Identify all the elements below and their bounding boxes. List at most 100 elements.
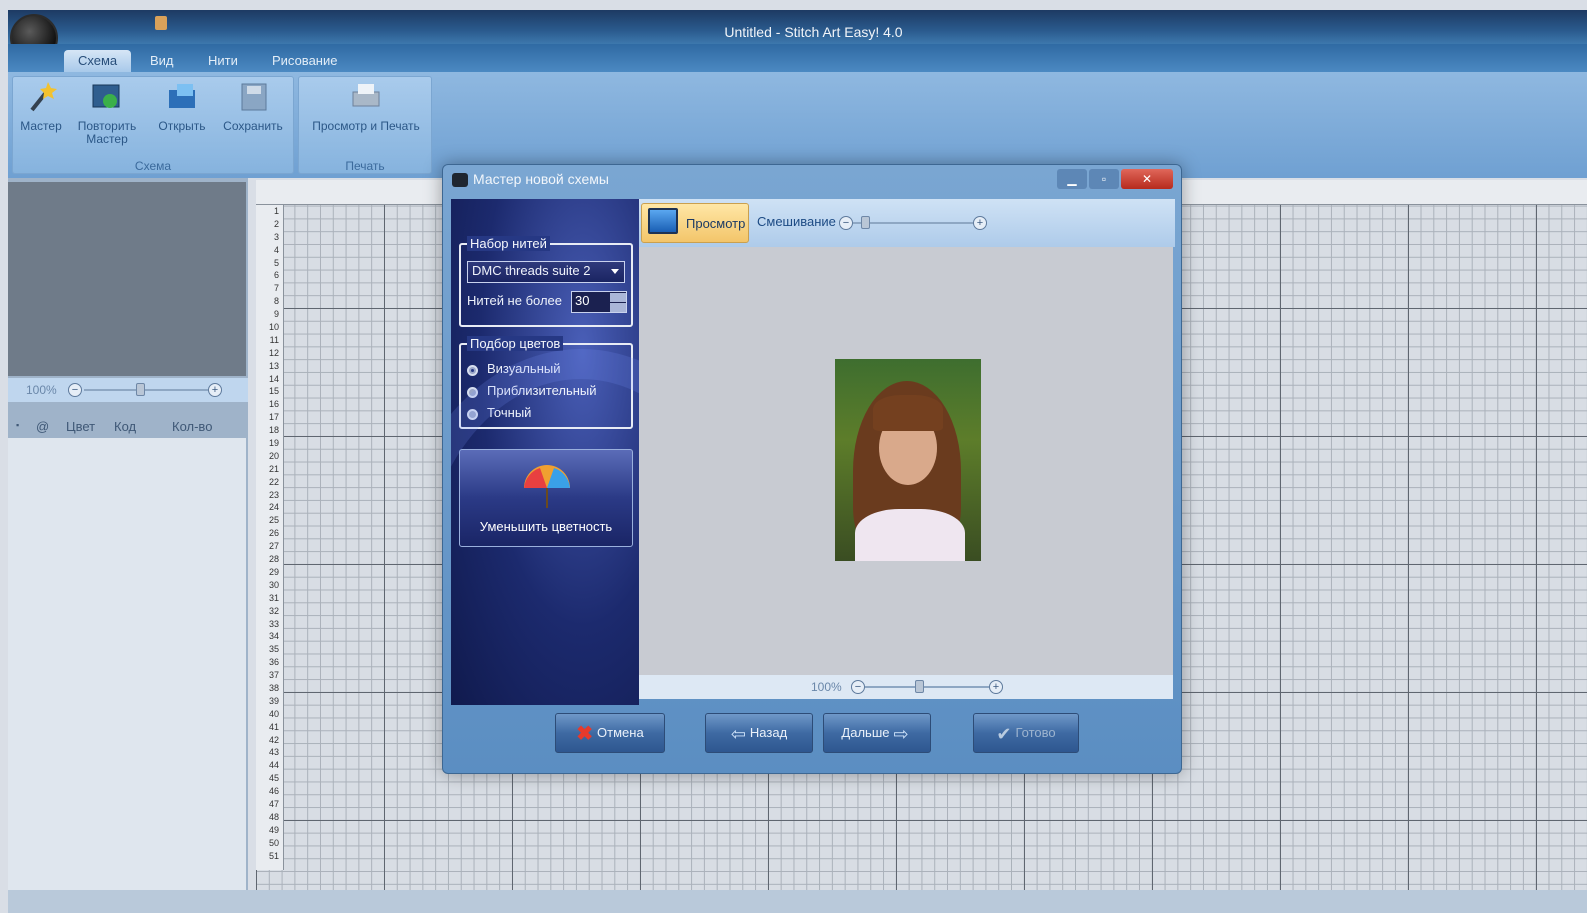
preview-zoom-in-icon[interactable]: + xyxy=(989,680,1003,694)
mix-slider[interactable] xyxy=(853,222,977,224)
next-label: Дальше xyxy=(841,725,890,740)
screen: Untitled - Stitch Art Easy! 4.0 Схема Ви… xyxy=(0,0,1587,913)
ruler-row-number: 49 xyxy=(268,824,279,835)
col-code[interactable]: Код xyxy=(114,419,136,434)
ruler-row-number: 22 xyxy=(268,476,279,487)
ruler-row-number: 1 xyxy=(273,206,279,216)
ruler-row-number: 10 xyxy=(268,322,279,333)
radio-visual[interactable] xyxy=(467,365,478,376)
mix-minus-icon[interactable]: − xyxy=(839,216,853,230)
cancel-label: Отмена xyxy=(597,725,644,740)
ruler-row-number: 46 xyxy=(268,786,279,797)
ruler-row-number: 51 xyxy=(268,850,279,861)
tab-threads[interactable]: Нити xyxy=(194,50,252,72)
ruler-row-number: 38 xyxy=(268,682,279,693)
ruler-row-number: 14 xyxy=(268,373,279,384)
wizard-button[interactable]: Мастер xyxy=(16,80,66,133)
next-button[interactable]: Дальше ⇨ xyxy=(823,713,931,753)
ruler-row-number: 18 xyxy=(268,425,279,436)
cancel-button[interactable]: ✖ Отмена xyxy=(555,713,665,753)
preview-toggle-button[interactable]: Просмотр xyxy=(641,203,749,243)
ruler-row-number: 20 xyxy=(268,450,279,461)
preview-zoom-thumb[interactable] xyxy=(915,680,924,693)
quick-access-icon[interactable] xyxy=(155,16,167,30)
ruler-row-number: 23 xyxy=(268,489,279,500)
ruler-row-number: 4 xyxy=(273,244,279,255)
ruler-row-number: 19 xyxy=(268,438,279,449)
ruler-row-number: 30 xyxy=(268,579,279,590)
zoom-in-icon[interactable]: + xyxy=(208,383,222,397)
preview-zoom-out-icon[interactable]: − xyxy=(851,680,865,694)
preview-zoom-slider[interactable] xyxy=(865,686,989,688)
ruler-row-number: 43 xyxy=(268,747,279,758)
radio-approximate[interactable] xyxy=(467,387,478,398)
left-zoom-bar: 100% − + xyxy=(8,378,248,402)
thumbnail-area xyxy=(8,182,246,376)
ruler-row-number: 17 xyxy=(268,412,279,423)
group-label: Печать xyxy=(345,159,385,173)
max-threads-spinner[interactable]: 30 xyxy=(571,291,627,313)
ruler-row-number: 15 xyxy=(268,386,279,397)
color-list[interactable] xyxy=(8,438,246,898)
maximize-button[interactable]: ▫ xyxy=(1089,169,1119,189)
mix-slider-thumb[interactable] xyxy=(861,216,871,229)
thread-set-value: DMC threads suite 2 xyxy=(472,263,591,278)
zoom-slider[interactable] xyxy=(84,389,208,391)
ruler-row-number: 44 xyxy=(268,760,279,771)
save-label: Сохранить xyxy=(223,119,283,133)
preview-area xyxy=(639,247,1173,675)
checkmark-icon: ✔ xyxy=(996,723,1012,744)
umbrella-icon xyxy=(524,465,570,508)
ruler-row-number: 48 xyxy=(268,811,279,822)
spin-down-icon[interactable] xyxy=(610,303,626,312)
tab-drawing[interactable]: Рисование xyxy=(258,50,351,72)
ruler-row-number: 26 xyxy=(268,528,279,539)
app-title: Untitled - Stitch Art Easy! 4.0 xyxy=(724,24,903,40)
tab-schema[interactable]: Схема xyxy=(64,50,132,72)
ruler-row-number: 16 xyxy=(268,399,279,410)
radio-exact[interactable] xyxy=(467,409,478,420)
save-button[interactable]: Сохранить xyxy=(218,80,288,133)
photo-bangs xyxy=(873,395,943,431)
radio-approximate-label: Приблизительный xyxy=(487,383,597,398)
ruler-row-number: 2 xyxy=(273,218,279,229)
tab-view[interactable]: Вид xyxy=(136,50,188,72)
done-button[interactable]: ✔ Готово xyxy=(973,713,1079,753)
color-match-group: Подбор цветов Визуальный Приблизительный… xyxy=(459,336,633,429)
close-button[interactable]: ✕ xyxy=(1121,169,1173,189)
spin-up-icon[interactable] xyxy=(610,293,626,302)
mix-label: Смешивание xyxy=(757,214,836,229)
ruler-row-number: 47 xyxy=(268,798,279,809)
printer-icon xyxy=(352,84,380,107)
radio-visual-label: Визуальный xyxy=(487,361,561,376)
repeat-wizard-button[interactable]: Повторить Мастер xyxy=(72,80,142,146)
ruler-row-number: 34 xyxy=(268,631,279,642)
source-photo xyxy=(835,359,981,561)
open-folder-icon xyxy=(169,84,195,108)
ruler-row-number: 3 xyxy=(273,231,279,242)
minimize-button[interactable]: ▁ xyxy=(1057,169,1087,189)
reduce-colors-button[interactable]: Уменьшить цветность xyxy=(459,449,633,547)
open-button[interactable]: Открыть xyxy=(152,80,212,133)
magic-wand-icon xyxy=(30,82,57,112)
preview-zoom-bar: 100% − + xyxy=(639,675,1173,699)
back-button[interactable]: ⇦ Назад xyxy=(705,713,813,753)
color-list-header: ▪ @ Цвет Код Кол-во xyxy=(8,416,248,438)
zoom-out-icon[interactable]: − xyxy=(68,383,82,397)
col-count[interactable]: Кол-во xyxy=(172,419,212,434)
ruler-row-number: 45 xyxy=(268,773,279,784)
mix-plus-icon[interactable]: + xyxy=(973,216,987,230)
ruler-row-number: 28 xyxy=(268,554,279,565)
cross-icon: ✖ xyxy=(576,722,594,745)
ruler-row-number: 24 xyxy=(268,502,279,513)
col-symbol[interactable]: @ xyxy=(36,419,49,434)
dialog-app-icon xyxy=(452,173,468,187)
sort-arrow-icon[interactable]: ▪ xyxy=(16,420,19,430)
ruler-row-number: 13 xyxy=(268,360,279,371)
arrow-right-icon: ⇨ xyxy=(893,723,909,744)
zoom-slider-thumb[interactable] xyxy=(136,383,145,396)
col-color[interactable]: Цвет xyxy=(66,419,95,434)
thread-set-select[interactable]: DMC threads suite 2 xyxy=(467,261,625,283)
vertical-ruler: 1 2 3 4 5 6 7 8 9 10 11 12 13 14 15 16 17 18 19 20 21 22 23 24 2… xyxy=(256,205,284,870)
print-preview-button[interactable]: Просмотр и Печать xyxy=(302,80,430,133)
